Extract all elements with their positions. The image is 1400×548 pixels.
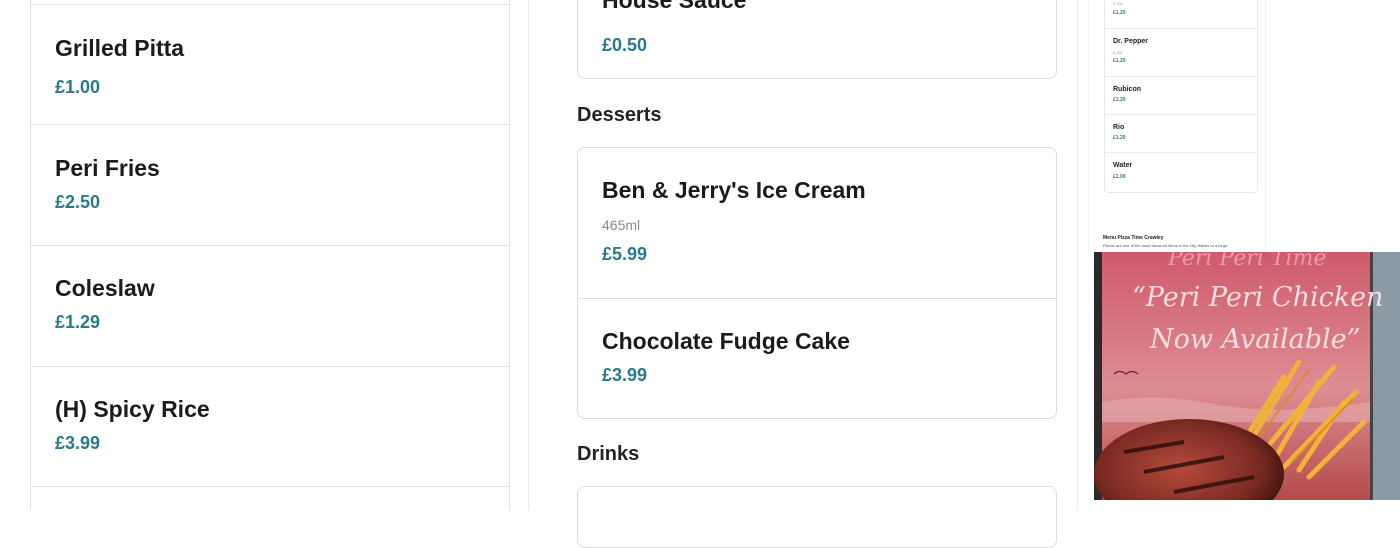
item-name: House Sauce — [602, 0, 747, 13]
mini-item-name: Rio — [1113, 124, 1125, 131]
item-price: £3.99 — [602, 365, 648, 385]
item-name: Chocolate Fudge Cake — [602, 328, 850, 354]
mini-drinks-list: 0.33L £1.20 Dr. Pepper 0.33L £1.20 Rubic… — [1104, 0, 1258, 193]
mini-item-price: £1.00 — [1113, 174, 1126, 180]
mini-item-name: Water — [1113, 162, 1133, 169]
menu-item-house-sauce[interactable]: House Sauce £0.50 — [577, 0, 1057, 79]
mini-item-name: Rubicon — [1113, 86, 1141, 93]
mini-item-size: 0.33L — [1113, 50, 1124, 55]
drinks-card — [577, 486, 1057, 548]
item-price: £3.99 — [55, 433, 101, 453]
mini-list-item[interactable]: Dr. Pepper 0.33L £1.20 — [1105, 28, 1257, 77]
mini-item-price: £1.20 — [1113, 97, 1126, 103]
item-price: £1.00 — [55, 77, 101, 97]
item-price: £5.99 — [602, 244, 648, 264]
item-price: £2.50 — [55, 192, 101, 212]
mini-menu-paragraph: Pizzas are one of the most favoured item… — [1103, 243, 1228, 248]
section-title-desserts: Desserts — [577, 104, 662, 126]
menu-item-grilled-pitta[interactable]: Grilled Pitta £1.00 — [31, 4, 509, 125]
promo-brand-title: Peri Peri Time — [1168, 252, 1327, 271]
mini-list-item[interactable]: Rubicon £1.20 — [1105, 76, 1257, 115]
promo-headline-line2: Now Available” — [1150, 324, 1361, 355]
mini-menu-preview: 0.33L £1.20 Dr. Pepper 0.33L £1.20 Rubic… — [1088, 0, 1266, 252]
section-title-drinks: Drinks — [577, 443, 640, 465]
mini-list-item[interactable]: 0.33L £1.20 — [1105, 0, 1257, 28]
menu-main-column: House Sauce £0.50 Desserts Ben & Jerry's… — [528, 0, 1078, 548]
item-name: (H) Spicy Rice — [55, 396, 210, 422]
item-name: Peri Fries — [55, 155, 160, 181]
item-name: Ben & Jerry's Ice Cream — [602, 177, 866, 203]
promo-headline-line1: “Peri Peri Chicken — [1132, 282, 1384, 313]
desserts-card: Ben & Jerry's Ice Cream 465ml £5.99 Choc… — [577, 147, 1057, 419]
side-items-list: Grilled Pitta £1.00 Peri Fries £2.50 Col… — [30, 0, 510, 510]
mini-item-size: 0.33L — [1113, 1, 1124, 6]
menu-item-peri-fries[interactable]: Peri Fries £2.50 — [31, 124, 509, 246]
item-name: Coleslaw — [55, 275, 155, 301]
menu-item-spicy-rice[interactable]: (H) Spicy Rice £3.99 — [31, 366, 509, 487]
menu-item-ice-cream[interactable]: Ben & Jerry's Ice Cream 465ml £5.99 — [578, 148, 1056, 298]
mini-item-price: £1.20 — [1113, 58, 1126, 64]
menu-item-fudge-cake[interactable]: Chocolate Fudge Cake £3.99 — [578, 299, 1056, 418]
mini-item-price: £1.20 — [1113, 10, 1126, 16]
mini-list-item[interactable]: Water £1.00 — [1105, 152, 1257, 192]
item-description: 465ml — [602, 217, 641, 233]
menu-item-next[interactable] — [31, 486, 509, 517]
item-name: Grilled Pitta — [55, 35, 185, 61]
mini-item-price: £1.20 — [1113, 135, 1126, 141]
mini-item-name: Dr. Pepper — [1113, 38, 1149, 45]
item-price: £0.50 — [602, 35, 648, 55]
mini-menu-heading: Menu Pizza Time Crawley — [1103, 235, 1164, 241]
item-price: £1.29 — [55, 312, 101, 332]
menu-item-coleslaw[interactable]: Coleslaw £1.29 — [31, 245, 509, 367]
mini-list-item[interactable]: Rio £1.20 — [1105, 114, 1257, 153]
promo-image: Peri Peri Time “Peri Peri Chicken Now Av… — [1094, 252, 1400, 500]
